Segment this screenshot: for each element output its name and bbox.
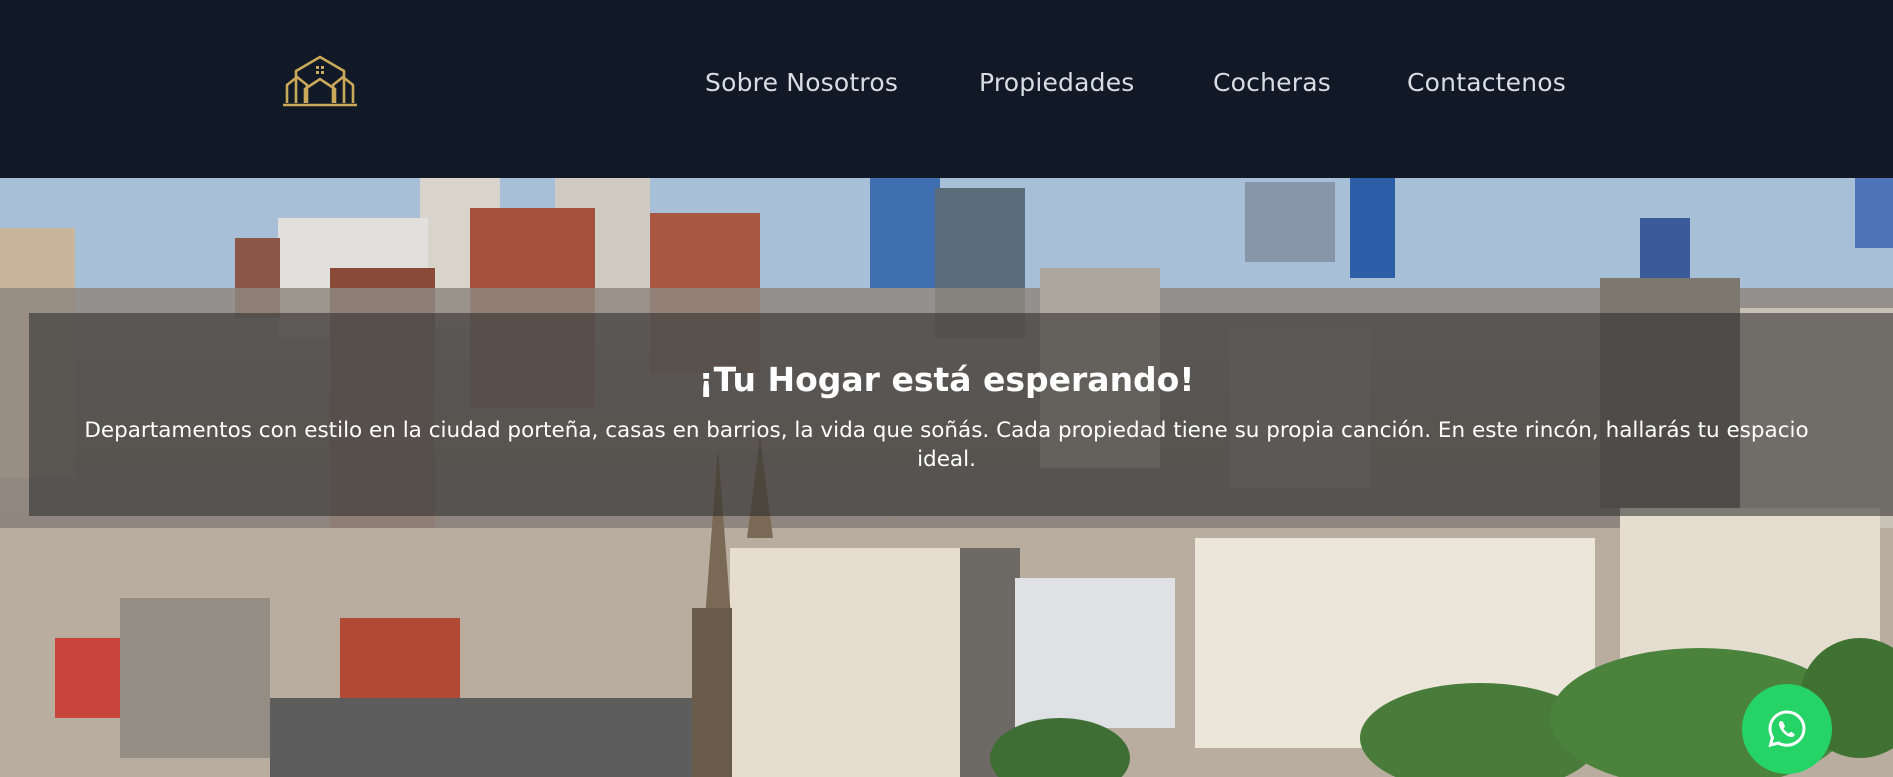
nav-link-sobre-nosotros[interactable]: Sobre Nosotros [705, 68, 898, 97]
hero-text-overlay [29, 313, 1893, 516]
nav-link-contactenos[interactable]: Contactenos [1407, 68, 1566, 97]
nav-link-propiedades[interactable]: Propiedades [979, 68, 1135, 97]
main-nav: Sobre Nosotros Propiedades Cocheras Cont… [0, 68, 1893, 104]
hero-description: Departamentos con estilo en la ciudad po… [84, 418, 1809, 472]
hero-title: ¡Tu Hogar está esperando! [698, 360, 1195, 399]
whatsapp-button[interactable] [1742, 684, 1832, 774]
top-navbar: Sobre Nosotros Propiedades Cocheras Cont… [0, 0, 1893, 178]
hero-section [0, 178, 1893, 777]
nav-link-cocheras[interactable]: Cocheras [1213, 68, 1331, 97]
whatsapp-icon [1768, 710, 1806, 748]
